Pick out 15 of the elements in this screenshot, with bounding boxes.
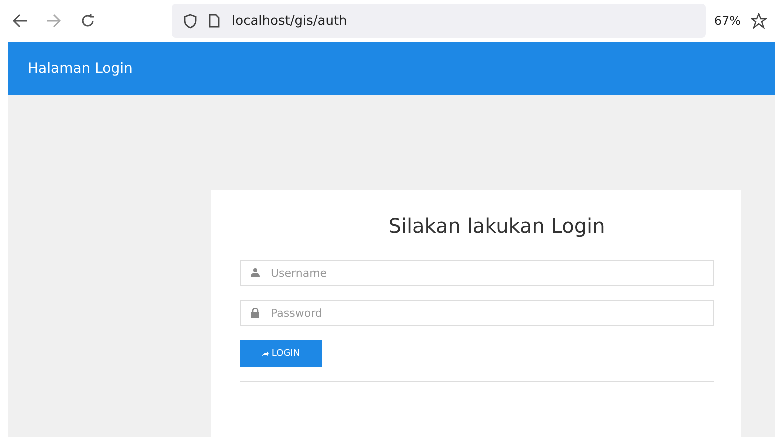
zoom-level[interactable]: 67%: [714, 14, 741, 28]
arrow-icon: [262, 350, 269, 356]
username-field[interactable]: Username: [240, 260, 714, 286]
user-icon: [251, 268, 260, 277]
login-button[interactable]: LOGIN: [240, 340, 322, 367]
page-icon: [209, 14, 220, 28]
shield-icon[interactable]: [184, 14, 197, 28]
password-field[interactable]: Password: [240, 300, 714, 326]
back-arrow-icon[interactable]: [12, 14, 28, 28]
lock-icon: [251, 308, 260, 318]
login-heading: Silakan lakukan Login: [388, 214, 606, 238]
star-icon[interactable]: [751, 13, 767, 29]
app-title: Halaman Login: [28, 60, 133, 76]
address-text[interactable]: localhost/gis/auth: [232, 14, 348, 28]
reload-icon[interactable]: [80, 13, 96, 29]
